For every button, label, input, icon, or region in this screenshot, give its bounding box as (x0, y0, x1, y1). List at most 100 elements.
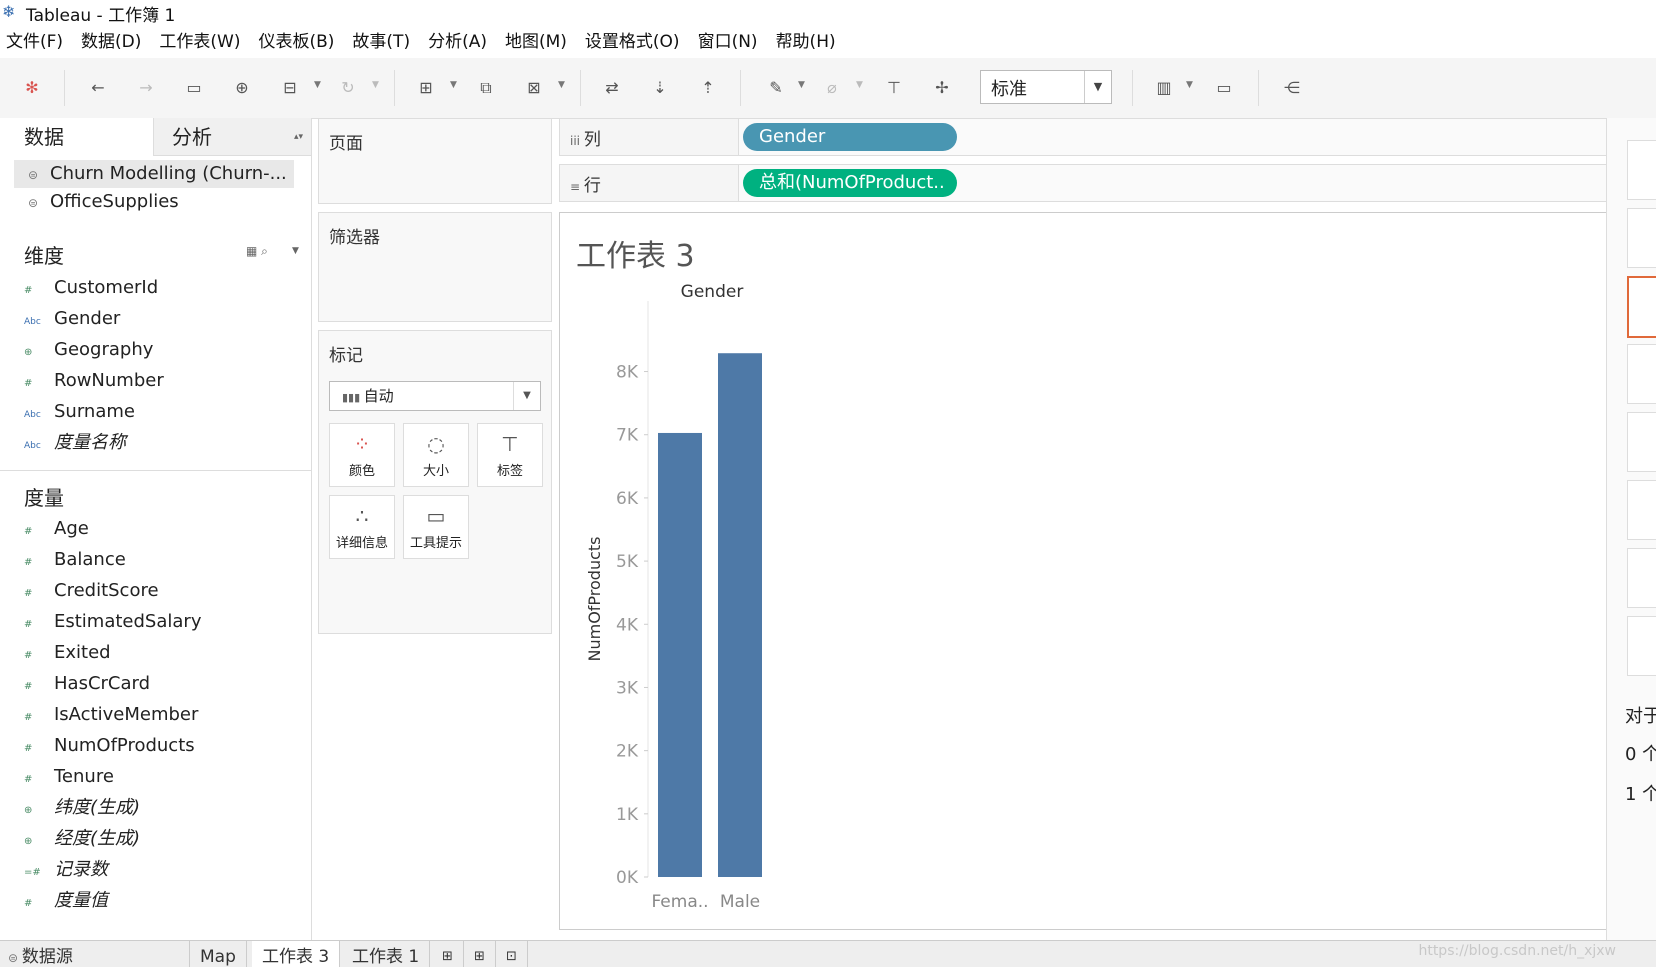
new-dashboard-icon[interactable]: ⊞ (464, 941, 496, 967)
detail-label: 详细信息 (335, 536, 388, 551)
field-item[interactable]: ⊕ 经度(生成) (24, 824, 140, 854)
pin-axes-icon[interactable]: ✢ (930, 76, 954, 100)
showme-horizontal-bar-icon[interactable] (1627, 276, 1656, 338)
field-item[interactable]: # CustomerId (24, 273, 158, 303)
field-item[interactable]: Abc Gender (24, 304, 120, 334)
menu-worksheet[interactable]: 工作表(W) (159, 28, 240, 56)
pages-card-title: 页面 (329, 134, 363, 154)
new-worksheet-icon[interactable]: ⊞ (414, 76, 438, 100)
tooltip-button[interactable]: ▭ 工具提示 (403, 495, 469, 559)
datasource-item[interactable]: ⊜ Churn Modelling (Churn-... (14, 160, 294, 188)
menu-data[interactable]: 数据(D) (81, 28, 141, 56)
menu-story[interactable]: 故事(T) (352, 28, 410, 56)
datasource-pause-icon[interactable]: ⊟ (278, 76, 302, 100)
detail-button[interactable]: ∴ 详细信息 (329, 495, 395, 559)
field-label: 纬度(生成) (54, 797, 141, 818)
menu-file[interactable]: 文件(F) (6, 28, 63, 56)
tab-data[interactable]: 数据 (0, 118, 152, 156)
chevron-down-icon[interactable]: ▼ (372, 80, 379, 90)
field-item[interactable]: ⊕ Geography (24, 335, 153, 365)
sort-ascending-icon[interactable]: ⇣ (648, 76, 672, 100)
field-item[interactable]: # IsActiveMember (24, 700, 198, 730)
undo-icon[interactable]: ← (86, 76, 110, 100)
field-item[interactable]: # Age (24, 514, 89, 544)
field-item[interactable]: Abc 度量名称 (24, 428, 126, 458)
tab-worksheet-1[interactable]: 工作表 1 (342, 941, 431, 967)
showme-scatter-icon[interactable] (1627, 548, 1656, 608)
tableau-home-icon[interactable]: ✻ (20, 76, 44, 100)
chevron-down-icon[interactable]: ▼ (798, 80, 805, 90)
menu-format[interactable]: 设置格式(O) (585, 28, 680, 56)
showme-area-icon[interactable] (1627, 480, 1656, 540)
showme-highlight-table-icon[interactable] (1627, 616, 1656, 676)
rows-drop-zone[interactable]: 总和(NumOfProduct.. (738, 165, 1609, 201)
showme-heatmap-icon[interactable] (1627, 208, 1656, 268)
field-item[interactable]: # NumOfProducts (24, 731, 195, 761)
show-hide-cards-icon[interactable]: ▥ (1152, 76, 1176, 100)
size-button[interactable]: ◌ 大小 (403, 423, 469, 487)
tab-map[interactable]: Map (190, 941, 247, 967)
number-type-icon: # (24, 712, 33, 723)
chevron-down-icon[interactable]: ▼ (292, 246, 299, 256)
field-item[interactable]: =# 记录数 (24, 855, 108, 885)
showme-text-table-icon[interactable] (1627, 140, 1656, 200)
new-story-icon[interactable]: ⊡ (496, 941, 528, 967)
new-worksheet-icon[interactable]: ⊞ (432, 941, 464, 967)
field-item[interactable]: Abc Surname (24, 397, 135, 427)
field-item[interactable]: # RowNumber (24, 366, 164, 396)
tab-analysis[interactable]: 分析 ▴▾ (153, 118, 311, 156)
field-item[interactable]: # Exited (24, 638, 111, 668)
field-item[interactable]: # Tenure (24, 762, 114, 792)
chevron-down-icon[interactable]: ▼ (856, 80, 863, 90)
field-item[interactable]: # EstimatedSalary (24, 607, 201, 637)
showme-hint-line: 1 个 (1625, 784, 1656, 805)
presentation-mode-icon[interactable]: ▭ (1212, 76, 1236, 100)
sum-numofproducts-pill[interactable]: 总和(NumOfProduct.. (743, 169, 957, 197)
color-button[interactable]: ⁘ 颜色 (329, 423, 395, 487)
show-mark-labels-icon[interactable]: ⊤ (882, 76, 906, 100)
filters-card-title: 筛选器 (329, 228, 380, 248)
view-toggle-icon[interactable]: ▦ ⌕ (246, 244, 268, 259)
menu-dashboard[interactable]: 仪表板(B) (258, 28, 334, 56)
menu-map[interactable]: 地图(M) (505, 28, 567, 56)
share-icon[interactable]: ⋲ (1280, 76, 1304, 100)
tab-worksheet-3[interactable]: 工作表 3 (252, 941, 341, 967)
redo-icon[interactable]: → (134, 76, 158, 100)
field-item[interactable]: # CreditScore (24, 576, 159, 606)
showme-stacked-bar-icon[interactable] (1627, 344, 1656, 404)
columns-drop-zone[interactable]: Gender (738, 119, 1609, 155)
refresh-icon[interactable]: ↻ (336, 76, 360, 100)
field-label: Gender (54, 308, 121, 329)
menu-help[interactable]: 帮助(H) (776, 28, 836, 56)
datasource-item[interactable]: ⊜ OfficeSupplies (14, 188, 294, 216)
new-datasource-icon[interactable]: ⊕ (230, 76, 254, 100)
label-button[interactable]: ⊤ 标签 (477, 423, 543, 487)
chevron-down-icon[interactable]: ▼ (314, 80, 321, 90)
highlight-icon[interactable]: ✎ (764, 76, 788, 100)
group-members-icon[interactable]: ⌀ (820, 76, 844, 100)
rows-shelf: ≡ 行 总和(NumOfProduct.. (559, 164, 1611, 202)
chevron-down-icon[interactable]: ▼ (450, 80, 457, 90)
save-icon[interactable]: ▭ (182, 76, 206, 100)
showme-line-icon[interactable] (1627, 412, 1656, 472)
mark-type-select[interactable]: ▮▮▮ 自动 ▼ (329, 381, 541, 411)
fit-select[interactable]: 标准 ▼ (980, 70, 1112, 104)
field-item[interactable]: # HasCrCard (24, 669, 150, 699)
field-item[interactable]: # 度量值 (24, 886, 108, 916)
duplicate-sheet-icon[interactable]: ⧉ (474, 76, 498, 100)
chevron-down-icon[interactable]: ▼ (1186, 80, 1193, 90)
menu-window[interactable]: 窗口(N) (698, 28, 758, 56)
clear-sheet-icon[interactable]: ⊠ (522, 76, 546, 100)
pages-card[interactable]: 页面 (318, 118, 552, 204)
swap-rows-columns-icon[interactable]: ⇄ (600, 76, 624, 100)
sort-descending-icon[interactable]: ⇡ (696, 76, 720, 100)
field-item[interactable]: # Balance (24, 545, 126, 575)
chevron-down-icon[interactable]: ▼ (558, 80, 565, 90)
filters-card[interactable]: 筛选器 (318, 212, 552, 322)
field-item[interactable]: ⊕ 纬度(生成) (24, 793, 140, 823)
tab-datasource[interactable]: ⊜ 数据源 (0, 941, 190, 967)
y-axis-label: NumOfProducts (585, 536, 604, 661)
field-label: NumOfProducts (54, 735, 195, 756)
menu-analysis[interactable]: 分析(A) (428, 28, 487, 56)
gender-pill[interactable]: Gender (743, 123, 957, 151)
